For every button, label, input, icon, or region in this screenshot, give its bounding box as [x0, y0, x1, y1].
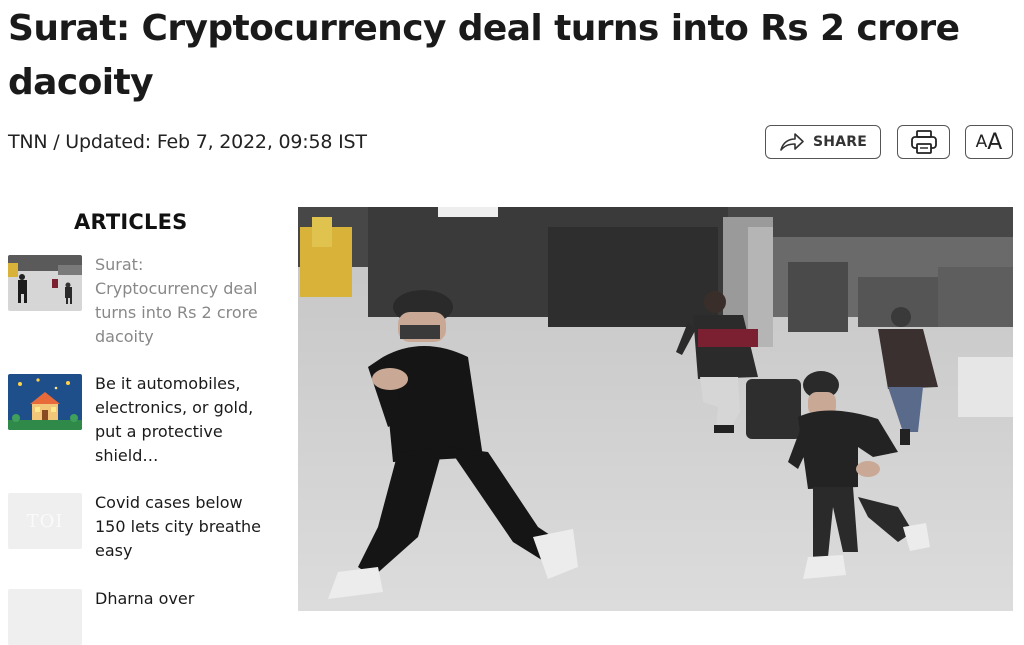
toi-placeholder-text: TOI	[26, 510, 64, 532]
article-headline: Surat: Cryptocurrency deal turns into Rs…	[8, 8, 960, 103]
sidebar-item-protective-shield[interactable]: Be it automobiles, electronics, or gold,…	[8, 372, 268, 468]
share-arrow-icon	[780, 133, 804, 151]
share-label: SHARE	[813, 134, 867, 150]
font-size-large-label: A	[987, 129, 1003, 155]
font-size-button[interactable]: AA	[965, 125, 1013, 159]
share-button[interactable]: SHARE	[765, 125, 881, 159]
sidebar-item-dharna[interactable]: Dharna over	[8, 587, 268, 645]
sidebar-item-label: Dharna over	[95, 589, 195, 608]
print-button[interactable]	[897, 125, 950, 159]
sidebar-item-label: Covid cases below 150 lets city breathe …	[95, 493, 261, 560]
sidebar-title: ARTICLES	[74, 210, 188, 234]
printer-icon	[910, 130, 937, 154]
sidebar-item-label: Be it automobiles, electronics, or gold,…	[95, 374, 254, 465]
sidebar-item-surat-crypto[interactable]: Surat: Cryptocurrency deal turns into Rs…	[8, 253, 268, 349]
sidebar-item-covid-cases[interactable]: TOI Covid cases below 150 lets city brea…	[8, 491, 268, 563]
sidebar-item-label: Surat: Cryptocurrency deal turns into Rs…	[95, 255, 258, 346]
font-size-small-label: A	[975, 132, 988, 152]
cctv-thumbnail	[8, 255, 82, 311]
article-byline: TNN / Updated: Feb 7, 2022, 09:58 IST	[8, 131, 367, 153]
article-hero-image	[298, 207, 1013, 611]
festive-house-thumbnail	[8, 374, 82, 430]
toi-placeholder-thumbnail: TOI	[8, 493, 82, 549]
toi-placeholder-thumbnail	[8, 589, 82, 645]
